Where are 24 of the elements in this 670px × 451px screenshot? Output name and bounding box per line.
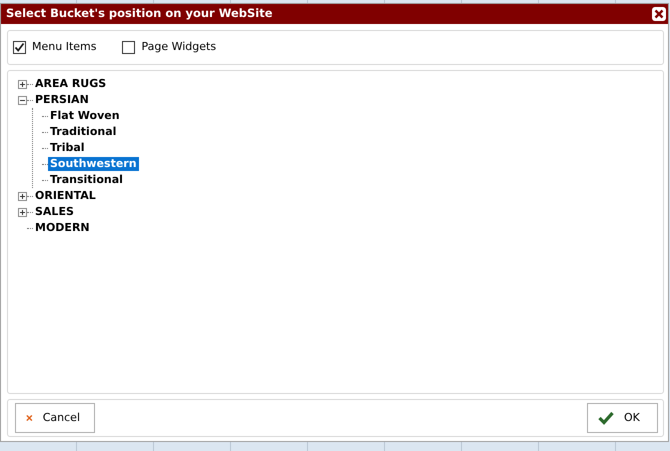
checkbox[interactable] (13, 41, 26, 54)
ok-button[interactable]: OK (587, 403, 658, 433)
tree-item[interactable]: Southwestern (48, 157, 139, 171)
expander-box[interactable] (18, 208, 27, 216)
cancel-button[interactable]: Cancel (15, 403, 95, 433)
expander-box[interactable] (18, 192, 27, 200)
tree-item[interactable]: Transitional (48, 173, 125, 187)
tree-item[interactable]: Tribal (48, 141, 87, 155)
close-icon (654, 9, 664, 19)
tree-item[interactable]: PERSIAN (33, 93, 91, 107)
tree-item[interactable]: Traditional (48, 125, 118, 139)
tree-item[interactable]: AREA RUGS (33, 77, 108, 91)
close-button[interactable] (652, 7, 666, 21)
tree-item[interactable]: ORIENTAL (33, 189, 98, 203)
expander-box[interactable] (18, 96, 27, 104)
window-title: Select Bucket's position on your WebSite (6, 5, 273, 22)
tree-item[interactable]: Flat Woven (48, 109, 122, 123)
tree-item[interactable]: MODERN (33, 221, 92, 235)
checkbox[interactable] (122, 41, 136, 54)
checkbox-label: Page Widgets (141, 39, 216, 56)
checkbox-label: Menu Items (32, 39, 96, 56)
tree-item[interactable]: SALES (33, 205, 76, 219)
expander-box[interactable] (18, 80, 27, 88)
checkmark-icon (598, 411, 614, 425)
